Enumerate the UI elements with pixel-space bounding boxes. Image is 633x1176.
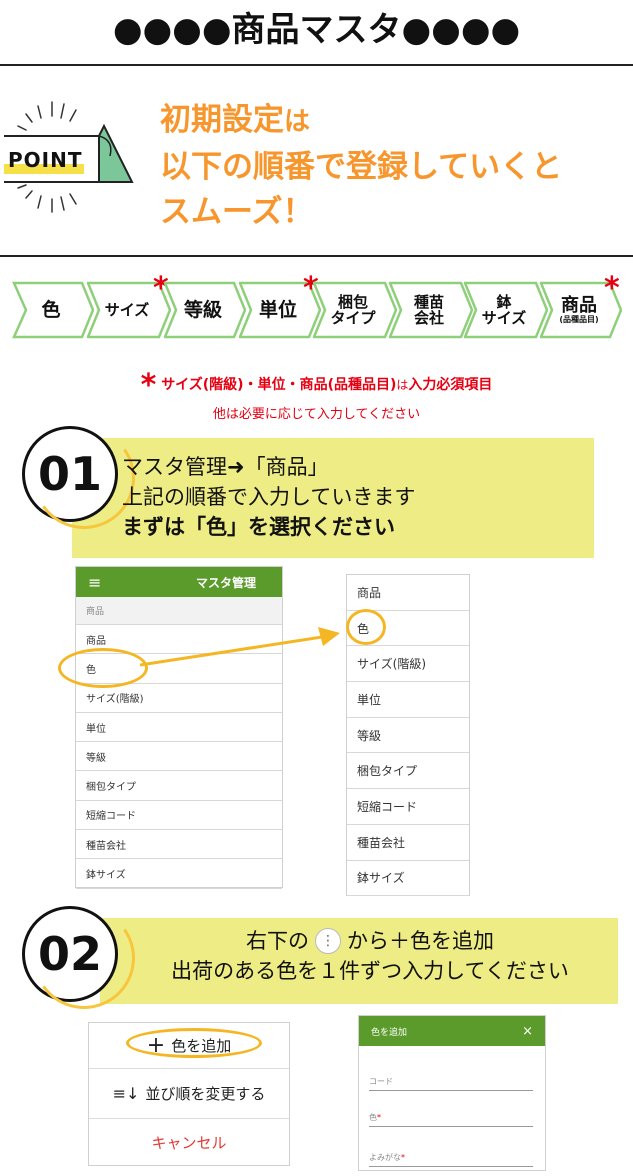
step-label: 梱包 タイプ xyxy=(313,280,393,340)
right-menu-item[interactable]: サイズ(階級) xyxy=(347,646,469,683)
hamburger-icon[interactable]: ≡ xyxy=(88,573,101,592)
menu-header-title: マスタ管理 xyxy=(196,575,257,590)
step02-text: 右下の ⋮ から＋色を追加 出荷のある色を１件ずつ入力してください xyxy=(120,926,620,986)
step-label-line1: 種苗 xyxy=(413,292,444,311)
cancel-button[interactable]: キャンセル xyxy=(89,1119,289,1165)
left-menu-item[interactable]: 梱包タイプ xyxy=(76,771,282,801)
optional-note: 他は必要に応じて入力してください xyxy=(212,407,421,422)
step-label-line2: サイズ xyxy=(481,309,527,327)
highlight-oval-left xyxy=(58,648,148,688)
step-label-line1: 等級 xyxy=(183,298,222,321)
step01-line2: 上記の順番で入力していきます xyxy=(122,485,416,509)
step02-line1-b: から＋色を追加 xyxy=(347,929,494,953)
step-label-line1: サイズ xyxy=(104,300,150,319)
step02-number: 02 xyxy=(22,906,118,1002)
step-chevrons: 色サイズ * 等級 単位 * 梱包 タイプ 種苗 会社鉢サイズ 商品 (品種品目) * xyxy=(12,274,622,340)
required-note: * サイズ(階級)・単位・商品(品種品目)は入力必須項目 他は必要に応じて入力し… xyxy=(0,368,633,422)
step-label-line2: タイプ xyxy=(330,309,376,327)
color-field-label: 色 xyxy=(369,1113,377,1122)
step02-line2: 出荷のある色を１件ずつ入力してください xyxy=(171,959,569,983)
required-star-icon: * xyxy=(604,271,620,306)
right-menu-item[interactable]: 商品 xyxy=(347,575,469,611)
step01-text: マスタ管理➜「商品」 上記の順番で入力していきます まずは「色」を選択ください xyxy=(122,452,592,542)
sort-icon: ≡↓ xyxy=(112,1084,140,1103)
dialog-header: 色を追加 × xyxy=(359,1016,545,1046)
step-label-line1: 梱包 xyxy=(337,292,368,311)
step-label: 等級 xyxy=(164,280,242,340)
step-label-line2: (品種品目) xyxy=(559,314,599,324)
left-menu-item[interactable]: 鉢サイズ xyxy=(76,859,282,889)
step-label-line1: 単位 xyxy=(258,298,297,321)
kana-field[interactable]: よみがな* xyxy=(369,1152,533,1167)
step-label-line1: 商品 xyxy=(561,294,597,316)
required-mark: * xyxy=(377,1113,381,1122)
right-menu-item[interactable]: 鉢サイズ xyxy=(347,861,469,897)
required-label: 入力必須項目 xyxy=(408,377,493,393)
menu-header: ≡ マスタ管理 xyxy=(76,567,282,597)
arrow-icon xyxy=(140,627,340,667)
left-menu-item[interactable]: 等級 xyxy=(76,742,282,772)
point-line1-particle: は xyxy=(284,107,311,137)
point-badge: POINT xyxy=(4,96,134,221)
step01-number: 01 xyxy=(22,426,118,522)
left-menu-item[interactable]: 種苗会社 xyxy=(76,830,282,860)
change-order-label: 並び順を変更する xyxy=(145,1085,266,1103)
required-items: サイズ(階級)・単位・商品(品種品目) xyxy=(161,377,397,393)
right-menu-item[interactable]: 種苗会社 xyxy=(347,825,469,861)
close-icon[interactable]: × xyxy=(522,1024,533,1039)
left-menu-item[interactable]: 短縮コード xyxy=(76,801,282,831)
change-order-button[interactable]: ≡↓ 並び順を変更する xyxy=(89,1069,289,1119)
dialog-title: 色を追加 xyxy=(371,1027,408,1038)
step-label: 色 xyxy=(12,280,90,340)
required-mark: * xyxy=(401,1153,405,1162)
step-label-line1: 色 xyxy=(41,298,61,321)
code-field[interactable]: コード xyxy=(369,1076,533,1091)
required-particle: は xyxy=(396,378,409,392)
left-master-menu: ≡ マスタ管理 商品 商品色サイズ(階級) 単位 等級 梱包タイプ 短縮コード 種苗会社鉢… xyxy=(75,566,283,889)
highlight-oval-add xyxy=(126,1028,262,1058)
add-color-dialog: 色を追加 × コード 色* よみがな* xyxy=(358,1015,546,1171)
divider xyxy=(0,255,633,257)
step-label: 種苗 会社 xyxy=(389,280,469,340)
point-line2: 以下の順番で登録していくと xyxy=(160,149,563,185)
step01-line1: マスタ管理➜「商品」 xyxy=(122,455,329,479)
code-field-label: コード xyxy=(369,1077,393,1086)
point-line3: スムーズ！ xyxy=(160,194,314,230)
menu-section-label: 商品 xyxy=(76,597,282,625)
more-options-icon: ⋮ xyxy=(315,928,341,954)
right-menu-item[interactable]: 単位 xyxy=(347,682,469,718)
color-field[interactable]: 色* xyxy=(369,1112,533,1127)
step-label-line2: 会社 xyxy=(413,309,444,327)
right-menu-item[interactable]: 短縮コード xyxy=(347,789,469,825)
kana-field-label: よみがな xyxy=(369,1153,401,1162)
step01-line3: まずは「色」を選択ください xyxy=(122,515,395,539)
step-label: 鉢サイズ xyxy=(464,280,544,340)
left-menu-item[interactable]: 単位 xyxy=(76,713,282,743)
highlight-oval-right xyxy=(346,609,386,645)
right-menu-item[interactable]: 梱包タイプ xyxy=(347,753,469,790)
point-label: POINT xyxy=(8,148,83,172)
page-title: ●●●●商品マスタ●●●● xyxy=(112,10,521,50)
point-line1-emphasis: 初期設定 xyxy=(160,102,284,138)
divider xyxy=(0,64,633,66)
step-label-line1: 鉢 xyxy=(496,292,512,311)
right-menu-item[interactable]: 等級 xyxy=(347,718,469,754)
left-menu-item[interactable]: サイズ(階級) xyxy=(76,684,282,713)
required-star-icon: * xyxy=(140,368,157,403)
step02-line1-a: 右下の xyxy=(246,929,309,953)
point-message: 初期設定は 以下の順番で登録していくと スムーズ！ xyxy=(160,98,630,235)
